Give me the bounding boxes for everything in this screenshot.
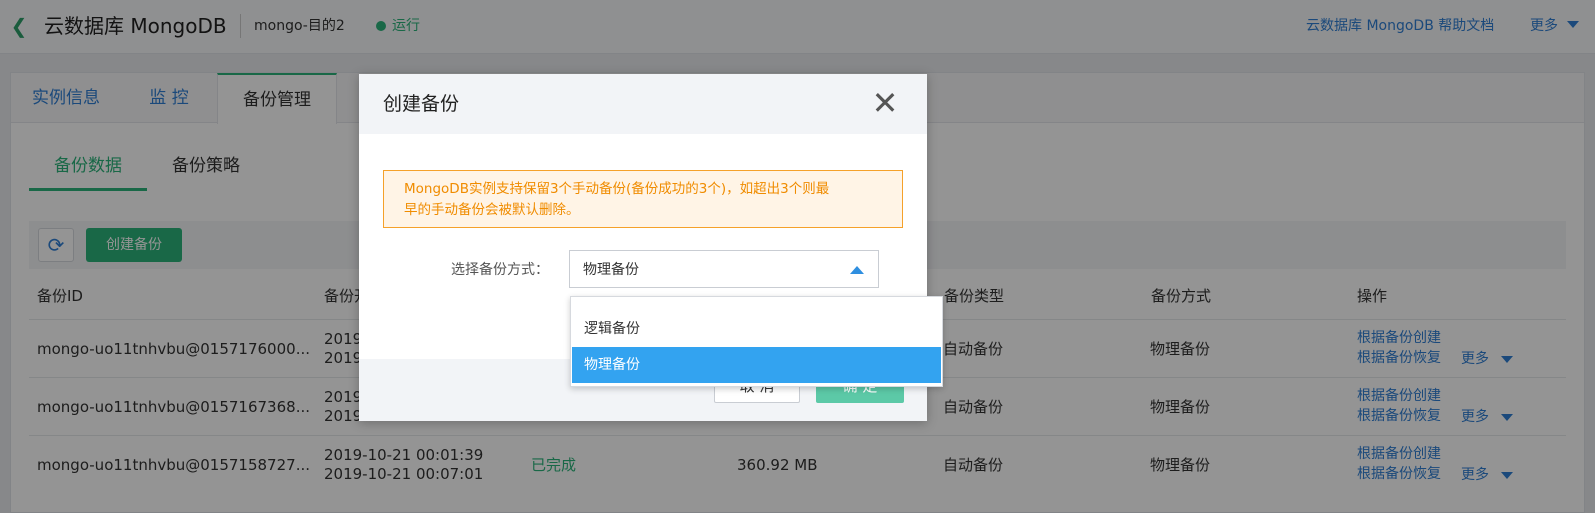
warning-text-line1: MongoDB实例支持保留3个手动备份(备份成功的3个)，如超出3个则最 bbox=[404, 181, 830, 197]
dialog-header: 创建备份 ✕ bbox=[359, 74, 927, 134]
backup-method-label: 选择备份方式： bbox=[451, 262, 549, 278]
warning-text-line2: 早的手动备份会被默认删除。 bbox=[404, 202, 580, 218]
backup-method-dropdown: 逻辑备份 物理备份 bbox=[570, 296, 943, 387]
caret-up-icon[interactable] bbox=[850, 266, 864, 274]
close-icon[interactable]: ✕ bbox=[869, 87, 901, 120]
backup-method-select[interactable]: 物理备份 bbox=[569, 250, 879, 288]
option-logical-backup[interactable]: 逻辑备份 bbox=[572, 311, 941, 347]
option-physical-backup[interactable]: 物理备份 bbox=[572, 347, 941, 383]
warning-notice: MongoDB实例支持保留3个手动备份(备份成功的3个)，如超出3个则最 早的手… bbox=[383, 170, 903, 228]
dialog-title: 创建备份 bbox=[383, 93, 460, 115]
select-value: 物理备份 bbox=[583, 262, 639, 278]
